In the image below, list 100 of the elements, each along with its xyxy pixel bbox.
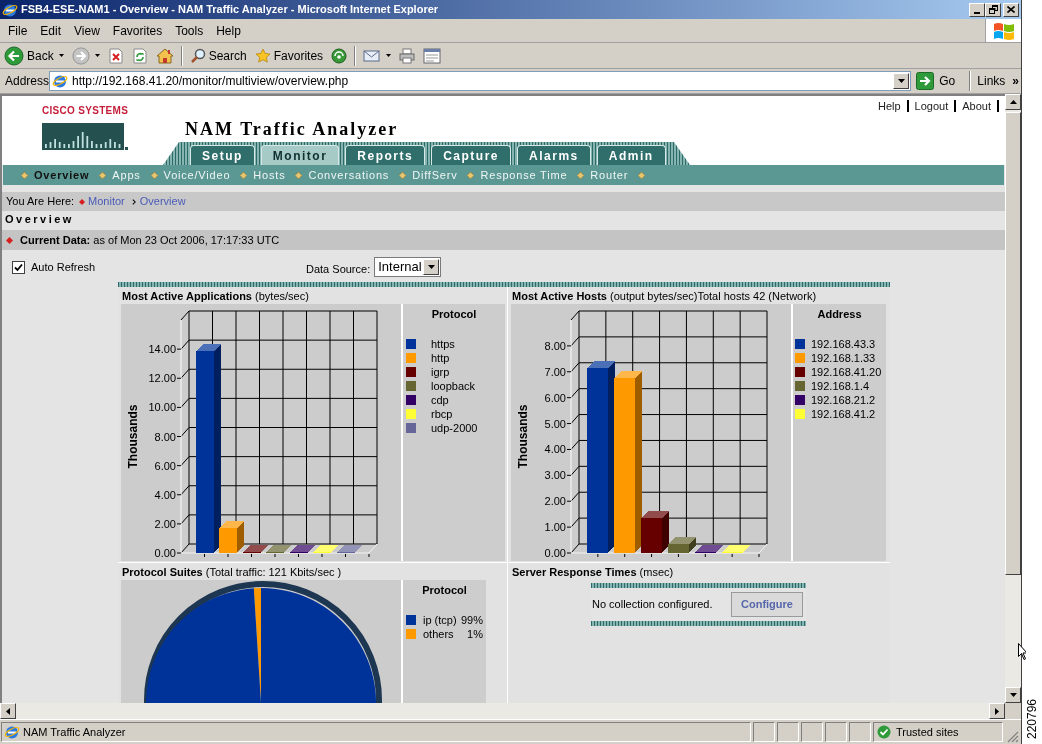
status-pane [825, 722, 847, 742]
panel-title: Most Active Hosts (output bytes/sec)Total hosts 42 (Network) [511, 289, 817, 304]
menu-item[interactable]: Edit [40, 21, 62, 40]
legend-label: others [423, 626, 455, 642]
axis-tick-label: 14.00 [148, 343, 176, 356]
menu-item[interactable]: Tools [175, 21, 204, 40]
legend-label: ip (tcp) [423, 612, 458, 628]
scroll-up-button[interactable] [1005, 94, 1021, 110]
header-link[interactable]: Help [877, 100, 901, 113]
diamond-icon [99, 171, 107, 179]
minimize-icon [974, 11, 980, 14]
forward-button[interactable] [70, 44, 101, 67]
menu-item[interactable]: View [74, 21, 100, 40]
diamond-icon [577, 171, 585, 179]
address-dropdown-button[interactable] [893, 73, 910, 89]
close-button[interactable] [1003, 2, 1019, 17]
flag-logo-icon [991, 20, 1016, 41]
refresh-icon [131, 47, 148, 64]
diamond-icon [240, 171, 248, 179]
auto-refresh-checkbox[interactable] [12, 260, 25, 274]
zone-text: Trusted sites [896, 724, 959, 740]
down-arrow-icon [1009, 693, 1017, 697]
axis-tick-label: 1.00 [544, 521, 566, 534]
left-arrow-icon [6, 707, 10, 715]
axis-title: Thousands [126, 404, 140, 469]
menu-item[interactable]: Favorites [112, 21, 163, 40]
legend-label: 192.168.41.2 [811, 406, 876, 422]
brand-logo-text: CISCO SYSTEMS [42, 105, 129, 117]
panel-title: Protocol Suites (Total traffic: 121 Kbits/sec ) [121, 565, 342, 580]
header-link[interactable]: About [962, 100, 991, 113]
scroll-down-button[interactable] [1005, 687, 1021, 703]
links-chevron-button[interactable]: » [1012, 75, 1019, 87]
nav-tab[interactable]: Monitor [260, 145, 340, 165]
legend-label: cdp [431, 392, 449, 408]
scroll-right-button[interactable] [989, 703, 1005, 719]
legend-label: udp-2000 [431, 420, 478, 436]
legend-label: rbcp [431, 406, 453, 422]
scrollbar-thumb[interactable] [1005, 112, 1021, 575]
bar [668, 544, 689, 553]
breadcrumb-link[interactable]: Overview [139, 193, 186, 210]
status-pane [801, 722, 823, 742]
go-button[interactable]: Go [916, 70, 956, 92]
bridge-bars-logo-icon [42, 123, 128, 151]
search-button[interactable]: Search [188, 44, 248, 67]
menu-item[interactable]: Help [216, 21, 241, 40]
back-button[interactable]: Back [3, 44, 65, 67]
nav-tab[interactable]: Alarms [517, 145, 591, 165]
legend-label: 192.168.1.33 [811, 350, 876, 366]
diamond-icon [6, 236, 13, 244]
close-icon [1007, 6, 1015, 13]
page-heading: Overview [4, 212, 74, 227]
home-icon [155, 47, 174, 64]
axis-title: Thousands [516, 404, 530, 469]
axis-tick-label: 6.00 [154, 459, 176, 472]
up-arrow-icon [1009, 100, 1017, 104]
legend-label: igrp [431, 364, 450, 380]
figure-number: 220796 [1024, 698, 1039, 739]
sub-nav-link[interactable]: Overview [34, 166, 90, 184]
restore-button[interactable] [985, 2, 1001, 17]
scroll-left-button[interactable] [0, 703, 16, 719]
header-link[interactable]: Logout [914, 100, 949, 113]
legend-label: 192.168.41.20 [811, 364, 882, 380]
axis-tick-label: 12.00 [148, 372, 176, 385]
caret-icon [427, 265, 435, 269]
breadcrumb-link[interactable]: Monitor [88, 193, 125, 210]
links-button[interactable]: Links [977, 72, 1006, 90]
app-title: NAM Traffic Analyzer [185, 119, 399, 139]
legend-label: 192.168.21.2 [811, 392, 876, 408]
nav-tab[interactable]: Setup [190, 145, 255, 165]
browser-icon [4, 724, 20, 740]
diamond-icon [150, 171, 158, 179]
restore-icon [988, 5, 998, 14]
browser-icon [52, 73, 68, 89]
printer-icon [399, 47, 416, 64]
right-arrow-icon [995, 707, 999, 715]
breadcrumb-label: You Are Here: [6, 194, 75, 210]
legend-title: Protocol [421, 583, 468, 597]
check-icon [14, 262, 23, 272]
checkbox-label: Auto Refresh [31, 259, 96, 275]
current-data-text: Current Data: as of Mon 23 Oct 2006, 17:17:33 UTC [20, 232, 280, 248]
data-source-select[interactable]: Internal [374, 257, 442, 277]
legend-label: 192.168.43.3 [811, 336, 876, 352]
favorites-button[interactable]: Favorites [253, 44, 325, 67]
legend-label: https [431, 336, 455, 352]
window-title: FSB4-ESE-NAM1 - Overview - NAM Traffic Analyzer - Microsoft Internet Explorer [21, 4, 439, 15]
data-source-label: Data Source: [306, 261, 371, 277]
axis-tick-label: 3.00 [544, 469, 566, 482]
minimize-button[interactable] [969, 2, 985, 17]
envelope-icon [363, 48, 382, 63]
nav-tab[interactable]: Reports [345, 145, 426, 165]
configure-button[interactable]: Configure [731, 592, 803, 617]
address-field[interactable]: http://192.168.41.20/monitor/multiview/overview.php [49, 71, 912, 91]
menu-item[interactable]: File [8, 21, 28, 40]
diamond-icon [638, 171, 646, 179]
axis-tick-label: 2.00 [154, 517, 176, 530]
nav-tab[interactable]: Admin [596, 145, 666, 165]
bar [641, 518, 662, 553]
diamond-icon [295, 171, 303, 179]
diamond-icon [399, 171, 407, 179]
nav-tab[interactable]: Capture [431, 145, 512, 165]
